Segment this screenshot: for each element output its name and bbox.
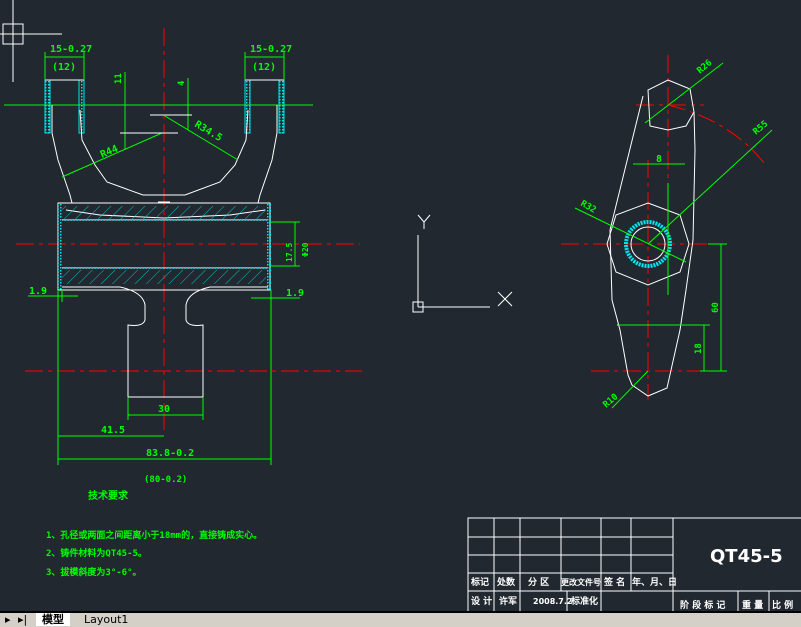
tb-design: 设 计 [471,595,492,607]
tab-layout1[interactable]: Layout1 [78,613,134,626]
dim-r26: R26 [696,58,715,76]
tb-scale: 比 例 [772,599,793,611]
tb-header: 分 区 [528,576,549,588]
dim-prong-width-left: 15-0.27 [50,44,92,55]
side-view: R26 R55 R32 8 60 18 R10 [561,55,773,410]
tab-model[interactable]: 模型 [36,613,70,626]
dim-offset-8: 8 [656,154,662,165]
dim-overall-ref: (80-0.2) [144,475,187,485]
tb-designer: 许军 [499,595,517,607]
dim-r10: R10 [602,392,621,410]
dim-prong-width-right: 15-0.27 [250,44,292,55]
notes-title: 技术要求 [88,489,129,502]
dim-4: 4 [177,80,187,86]
tb-header: 标记 [470,576,489,588]
dim-r32: R32 [579,199,598,216]
front-view: 15-0.27 (12) 15-0.27 (12) 11 4 R44 R34.5… [4,28,362,485]
drawing-canvas[interactable]: 15-0.27 (12) 15-0.27 (12) 11 4 R44 R34.5… [0,0,801,612]
note-item: 2、铸件材料为QT45-5。 [46,547,147,559]
tb-stage: 阶 段 标 记 [680,599,725,611]
tb-header: 处数 [496,576,516,588]
note-item: 1、孔径或两面之间距离小于18mm的，直接铸成实心。 [46,529,262,541]
technical-notes: 技术要求 1、孔径或两面之间距离小于18mm的，直接铸成实心。 2、铸件材料为Q… [46,489,262,578]
dim-bore-dia: Φ20 [301,242,310,257]
dim-r44: R44 [99,144,120,161]
dim-18: 18 [694,343,704,354]
dim-bore: 17.5 [285,243,294,262]
dim-half-width: 41.5 [101,425,125,436]
tb-header: 更改文件号 [561,577,601,587]
tb-weight: 重 量 [742,599,763,611]
tb-header: 签 名 [603,576,625,588]
part-name: QT45-5 [710,546,783,567]
dim-60: 60 [711,302,721,313]
note-item: 3、拔模斜度为3°-6°。 [46,566,142,578]
dim-prong-ref-left: (12) [52,62,76,73]
dim-r34-5: R34.5 [192,119,223,144]
tb-header: 年、月、日 [632,576,677,588]
dim-gap-right: 1.9 [286,288,304,299]
dim-gap-left: 1.9 [29,286,47,297]
dim-11: 11 [114,73,124,84]
tb-standard: 标准化 [570,595,598,607]
title-block: QT45-5 标记 处数 分 区 更改文件号 签 名 年、月、日 设 计 许军 … [467,517,801,612]
tab-nav-last-icon[interactable]: ▸| [18,613,27,626]
tab-nav-next-icon[interactable]: ▸ [5,613,11,626]
ucs-icon [412,214,513,313]
dim-overall: 83.8-0.2 [146,448,194,459]
tb-date: 2008.7.2 [533,597,572,606]
dim-stem-width: 30 [158,404,170,415]
dim-prong-ref-right: (12) [252,62,276,73]
